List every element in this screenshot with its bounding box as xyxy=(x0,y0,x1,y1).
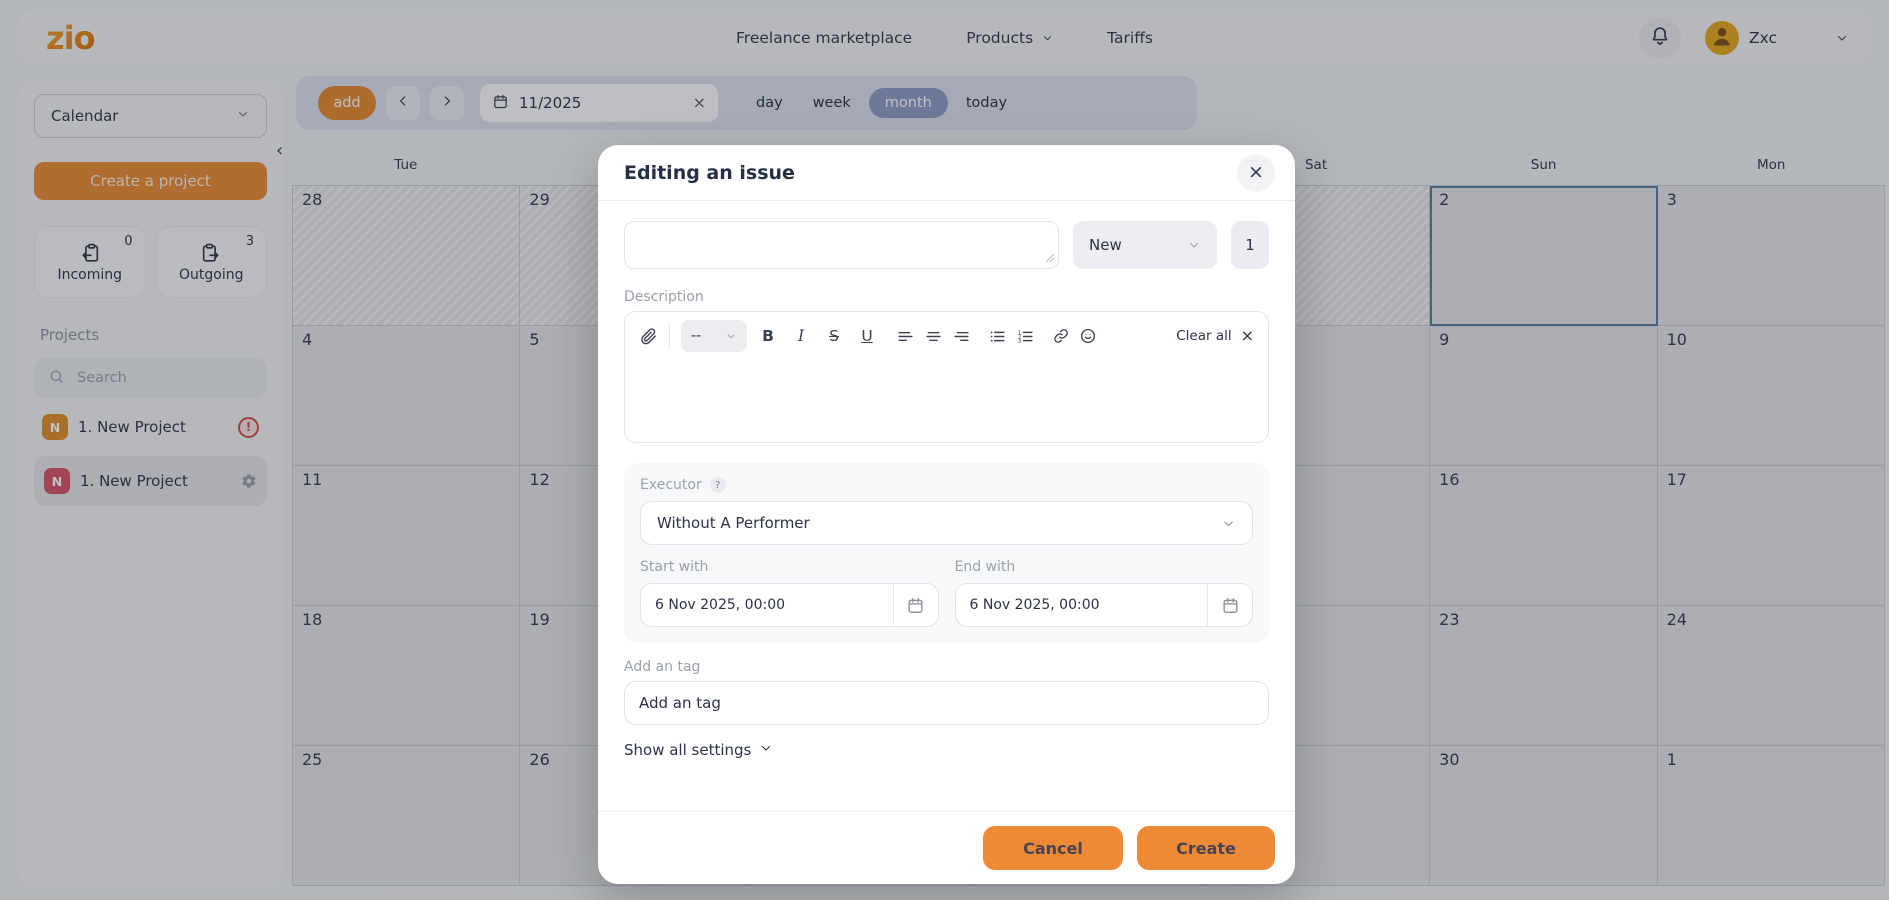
chevron-down-icon xyxy=(1221,516,1236,531)
bold-button[interactable]: B xyxy=(756,327,780,345)
end-date-label: End with xyxy=(955,559,1254,575)
modal-title: Editing an issue xyxy=(624,162,795,184)
calendar-icon xyxy=(1221,596,1240,615)
divider xyxy=(669,324,670,348)
align-left-button[interactable] xyxy=(896,327,915,346)
issue-counter-badge: 1 xyxy=(1231,221,1269,269)
start-date-label: Start with xyxy=(640,559,939,575)
emoji-icon xyxy=(1079,327,1097,345)
end-date-value: 6 Nov 2025, 00:00 xyxy=(956,597,1208,613)
emoji-button[interactable] xyxy=(1079,327,1097,345)
edit-issue-modal: Editing an issue × New 1 Description xyxy=(598,145,1295,884)
align-center-button[interactable] xyxy=(924,327,943,346)
align-left-icon xyxy=(896,327,915,346)
link-button[interactable] xyxy=(1052,327,1070,345)
modal-footer: Cancel Create xyxy=(598,811,1295,884)
font-size-select[interactable]: -- xyxy=(681,320,747,352)
link-icon xyxy=(1052,327,1070,345)
description-input[interactable] xyxy=(625,360,1268,442)
svg-text:3: 3 xyxy=(1018,338,1022,344)
clear-all-label: Clear all xyxy=(1176,328,1231,344)
close-icon: × xyxy=(1241,328,1254,344)
start-date-value: 6 Nov 2025, 00:00 xyxy=(641,597,893,613)
paperclip-icon xyxy=(639,327,658,346)
calendar-icon xyxy=(906,596,925,615)
chevron-down-icon xyxy=(725,330,737,342)
editor-toolbar: -- B I S U 123 Clear all xyxy=(625,312,1268,360)
description-editor: -- B I S U 123 Clear all xyxy=(624,311,1269,443)
app-root: zio Freelance marketplaceProductsTariffs… xyxy=(0,0,1889,900)
executor-select[interactable]: Without A Performer xyxy=(640,501,1253,545)
underline-button[interactable]: U xyxy=(855,327,879,345)
modal-body: New 1 Description -- B I S U xyxy=(598,201,1295,811)
start-date-input[interactable]: 6 Nov 2025, 00:00 xyxy=(640,583,939,627)
status-select[interactable]: New xyxy=(1073,221,1217,269)
align-right-button[interactable] xyxy=(952,327,971,346)
chevron-down-icon xyxy=(1221,516,1236,531)
attachment-button[interactable] xyxy=(639,327,658,346)
cancel-button[interactable]: Cancel xyxy=(983,826,1123,870)
tag-label: Add an tag xyxy=(624,659,1269,675)
help-icon[interactable]: ? xyxy=(710,477,726,493)
chevron-down-icon xyxy=(1187,238,1201,252)
show-all-settings-button[interactable]: Show all settings xyxy=(624,741,773,759)
executor-value: Without A Performer xyxy=(657,514,810,532)
align-right-icon xyxy=(952,327,971,346)
show-all-settings-label: Show all settings xyxy=(624,741,751,759)
modal-header: Editing an issue × xyxy=(598,145,1295,201)
chevron-down-icon xyxy=(725,330,737,342)
ordered-list-button[interactable]: 123 xyxy=(1016,327,1035,346)
tag-input[interactable] xyxy=(624,681,1269,725)
create-button[interactable]: Create xyxy=(1137,826,1275,870)
strikethrough-button[interactable]: S xyxy=(822,327,846,345)
executor-label: Executor xyxy=(640,477,702,493)
chevron-down-icon xyxy=(759,741,773,755)
executor-section: Executor ? Without A Performer Start wit… xyxy=(624,463,1269,643)
bullet-list-button[interactable] xyxy=(988,327,1007,346)
italic-button[interactable]: I xyxy=(789,327,813,345)
bullet-list-icon xyxy=(988,327,1007,346)
end-date-input[interactable]: 6 Nov 2025, 00:00 xyxy=(955,583,1254,627)
font-size-value: -- xyxy=(691,328,701,344)
close-icon: × xyxy=(1248,163,1264,182)
chevron-down-icon xyxy=(759,741,773,759)
calendar-icon[interactable] xyxy=(1208,596,1252,615)
description-label: Description xyxy=(624,289,1269,305)
issue-title-field xyxy=(624,221,1059,273)
align-center-icon xyxy=(924,327,943,346)
issue-title-input[interactable] xyxy=(624,221,1059,269)
calendar-icon[interactable] xyxy=(894,596,938,615)
close-button[interactable]: × xyxy=(1237,154,1275,192)
status-value: New xyxy=(1089,236,1122,254)
ordered-list-icon: 123 xyxy=(1016,327,1035,346)
clear-all-button[interactable]: Clear all × xyxy=(1176,328,1254,344)
chevron-down-icon xyxy=(1187,238,1201,252)
